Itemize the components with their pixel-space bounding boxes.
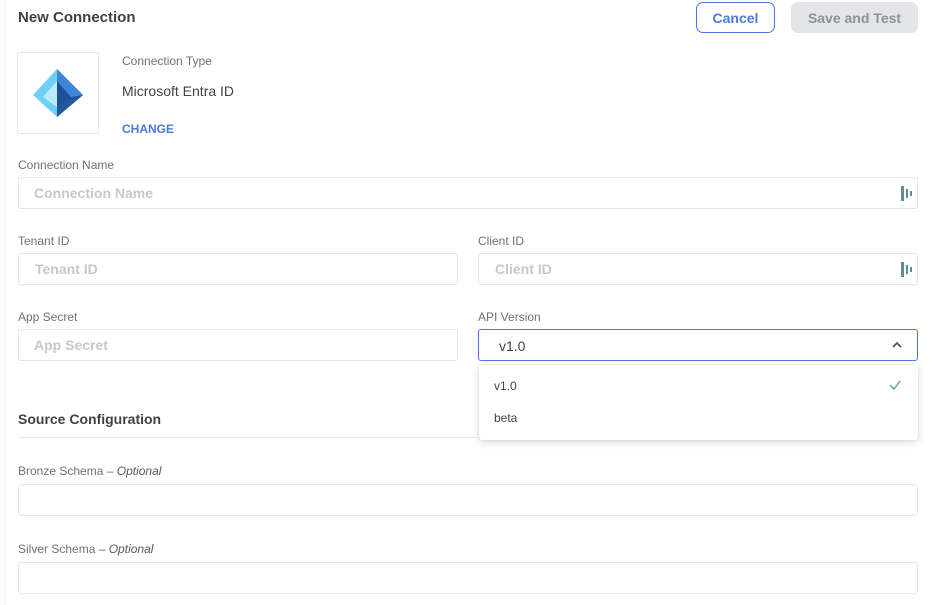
option-label: v1.0 [494, 379, 517, 393]
app-secret-input[interactable] [19, 330, 457, 360]
tenant-id-label: Tenant ID [18, 234, 70, 248]
silver-schema-label-text: Silver Schema [18, 542, 96, 556]
password-manager-icon[interactable] [901, 186, 913, 201]
section-divider [18, 437, 480, 438]
connection-name-label: Connection Name [18, 158, 115, 172]
connection-type-label: Connection Type [122, 54, 212, 68]
left-divider [4, 0, 5, 605]
client-id-label: Client ID [478, 234, 525, 248]
source-configuration-title: Source Configuration [18, 411, 162, 427]
silver-schema-input[interactable] [19, 563, 917, 593]
microsoft-entra-id-logo-icon [33, 69, 83, 117]
chevron-up-icon [892, 341, 902, 348]
page-title: New Connection [18, 9, 136, 26]
connection-name-input[interactable] [19, 178, 917, 208]
bronze-schema-label: Bronze Schema – Optional [18, 464, 161, 478]
optional-tag: – Optional [106, 464, 162, 478]
app-secret-field [18, 329, 458, 361]
silver-schema-label: Silver Schema – Optional [18, 542, 153, 556]
cancel-button[interactable]: Cancel [696, 2, 775, 33]
connection-logo [17, 52, 99, 134]
tenant-id-field [18, 253, 458, 285]
silver-schema-field [18, 562, 918, 594]
api-version-select[interactable]: v1.0 [478, 329, 918, 361]
change-connection-type-link[interactable]: CHANGE [122, 122, 174, 136]
api-version-option-beta[interactable]: beta [479, 401, 918, 433]
connection-type-value: Microsoft Entra ID [122, 83, 235, 99]
bronze-schema-field [18, 484, 918, 516]
app-secret-label: App Secret [18, 310, 78, 324]
bronze-schema-label-text: Bronze Schema [18, 464, 104, 478]
api-version-selected-value: v1.0 [499, 338, 526, 354]
api-version-dropdown-menu: v1.0 beta [479, 365, 918, 440]
api-version-option-v1[interactable]: v1.0 [479, 369, 918, 401]
new-connection-page: New Connection Cancel Save and Test Conn… [0, 0, 947, 605]
bronze-schema-input[interactable] [19, 485, 917, 515]
tenant-id-input[interactable] [19, 254, 457, 284]
connection-name-field [18, 177, 918, 209]
check-icon [889, 380, 901, 391]
optional-tag: – Optional [98, 542, 154, 556]
password-manager-icon[interactable] [901, 262, 913, 277]
client-id-field [478, 253, 918, 285]
api-version-label: API Version [478, 310, 541, 324]
option-label: beta [494, 411, 518, 425]
save-and-test-button[interactable]: Save and Test [791, 2, 918, 33]
client-id-input[interactable] [479, 254, 917, 284]
